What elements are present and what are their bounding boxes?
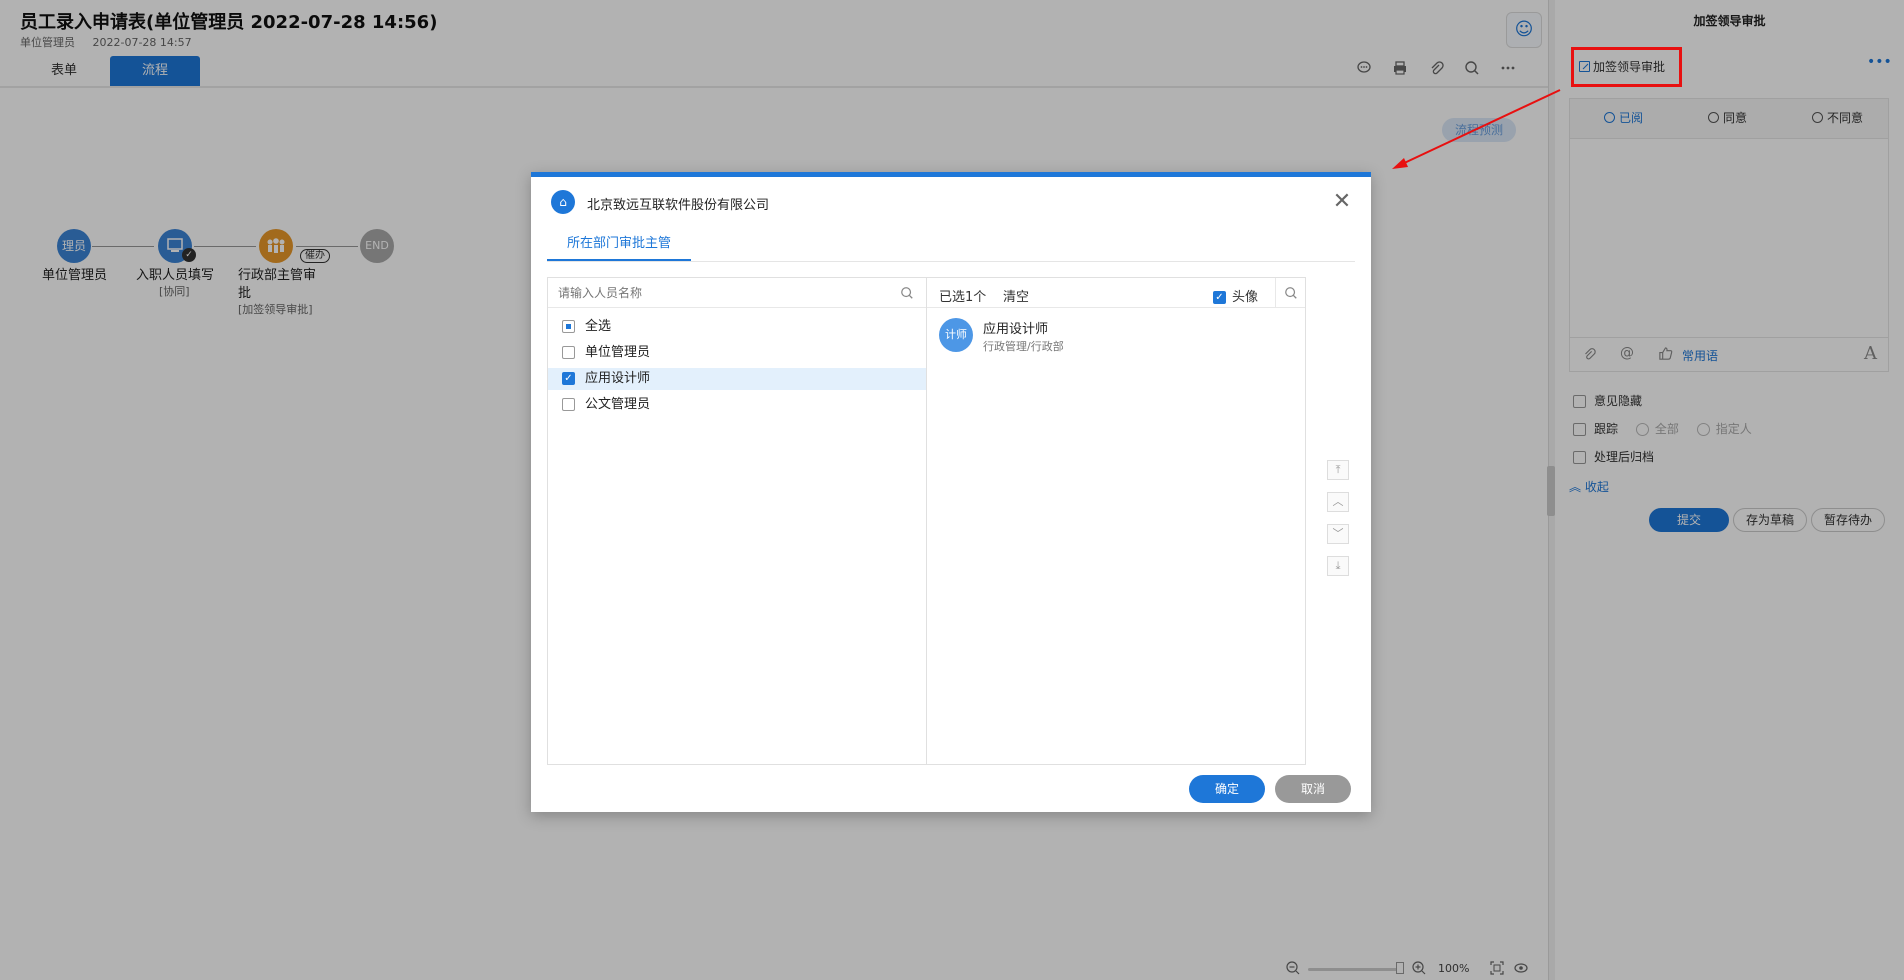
avatar-checkbox[interactable]: ✓: [1213, 291, 1226, 304]
list-item-label: 公文管理员: [585, 397, 651, 412]
dialog-header: ⌂ 北京致远互联软件股份有限公司 ✕: [531, 177, 1371, 227]
list-item-label: 应用设计师: [585, 371, 651, 386]
list-item-checkbox[interactable]: ✓: [562, 372, 575, 385]
list-item[interactable]: 公文管理员: [548, 394, 926, 416]
select-all-checkbox[interactable]: [562, 320, 575, 333]
ok-button[interactable]: 确定: [1189, 775, 1265, 803]
list-item-label: 单位管理员: [585, 345, 651, 360]
avatar-toggle-label: 头像: [1232, 290, 1259, 305]
selected-count: 已选1个: [939, 290, 987, 305]
candidate-list-pane: 全选 单位管理员 ✓ 应用设计师 公文管理员: [547, 277, 927, 765]
cancel-button[interactable]: 取消: [1275, 775, 1351, 803]
selected-dept: 行政管理/行政部: [983, 340, 1064, 353]
list-item-checkbox[interactable]: [562, 346, 575, 359]
list-item[interactable]: ✓ 应用设计师: [548, 368, 926, 390]
move-top-icon[interactable]: ⤒: [1327, 460, 1349, 480]
search-icon[interactable]: [900, 286, 914, 304]
search-input[interactable]: [558, 282, 888, 304]
clear-link[interactable]: 清空: [1003, 286, 1029, 305]
list-item-checkbox[interactable]: [562, 398, 575, 411]
list-item-select-all[interactable]: 全选: [548, 316, 926, 338]
close-icon[interactable]: ✕: [1327, 187, 1357, 217]
list-item-label: 全选: [585, 319, 612, 334]
search-row: [548, 278, 926, 308]
search-icon[interactable]: [1275, 278, 1305, 308]
tab-divider: [547, 261, 1355, 262]
move-bottom-icon[interactable]: ⤓: [1327, 556, 1349, 576]
move-up-icon[interactable]: ︿: [1327, 492, 1349, 512]
highlight-box: [1571, 47, 1682, 87]
org-name: 北京致远互联软件股份有限公司: [587, 198, 770, 213]
selected-name: 应用设计师: [983, 322, 1049, 337]
org-icon: ⌂: [551, 190, 575, 214]
move-down-icon[interactable]: ﹀: [1327, 524, 1349, 544]
list-item[interactable]: 单位管理员: [548, 342, 926, 364]
selected-header: 已选1个 清空 ✓ 头像: [927, 278, 1305, 308]
avatar: 计师: [939, 318, 973, 352]
select-person-dialog: ⌂ 北京致远互联软件股份有限公司 ✕ 所在部门审批主管 全选 单位管理员 ✓ 应用…: [531, 172, 1371, 812]
selected-pane: 已选1个 清空 ✓ 头像 计师 应用设计师 行政管理/行政部: [926, 277, 1306, 765]
avatar-toggle[interactable]: ✓ 头像: [1213, 286, 1258, 305]
tab-dept-supervisor[interactable]: 所在部门审批主管: [547, 227, 691, 261]
